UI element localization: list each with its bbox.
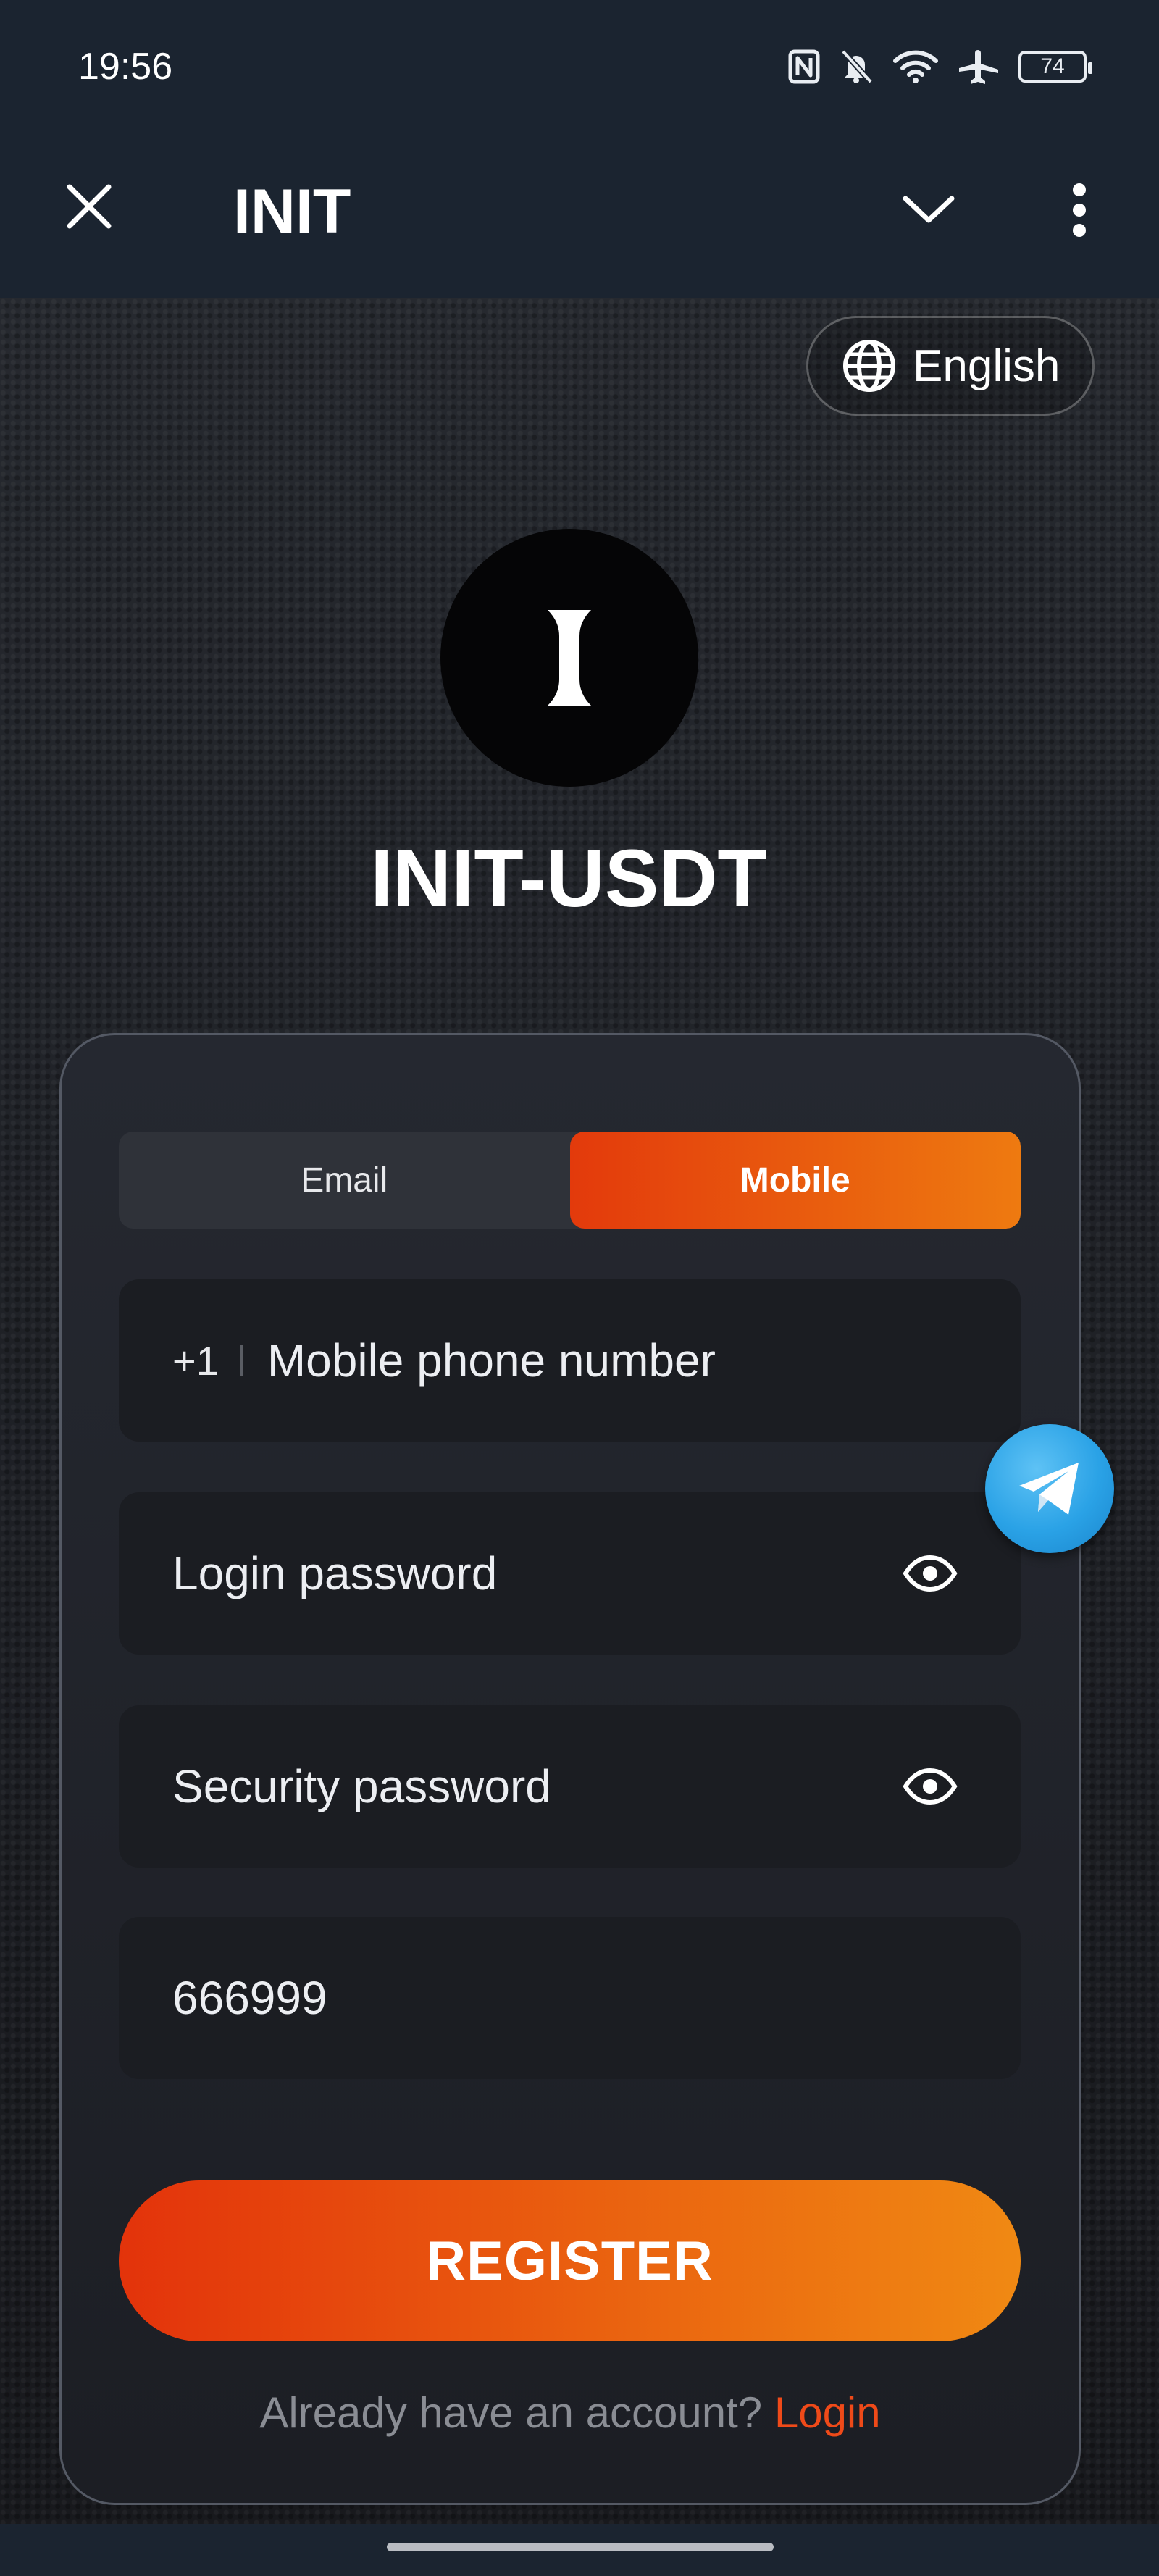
invite-code-input[interactable]: 666999 — [172, 1971, 963, 2025]
security-password-field[interactable]: Security password — [119, 1705, 1021, 1868]
phone-input[interactable]: Mobile phone number — [267, 1334, 963, 1387]
auth-method-tabs: Email Mobile — [119, 1132, 1021, 1229]
globe-icon — [843, 340, 895, 392]
invite-code-field[interactable]: 666999 — [119, 1917, 1021, 2079]
phone-field[interactable]: +1 Mobile phone number — [119, 1279, 1021, 1442]
divider — [240, 1345, 243, 1376]
telegram-button[interactable] — [985, 1424, 1114, 1553]
airplane-icon — [958, 49, 1000, 85]
language-selector[interactable]: English — [806, 316, 1095, 416]
close-button[interactable] — [57, 174, 122, 239]
app-logo — [440, 529, 698, 787]
battery-level: 74 — [1040, 54, 1065, 78]
language-label: English — [913, 340, 1060, 391]
status-time: 19:56 — [78, 46, 173, 88]
eye-icon — [903, 1555, 958, 1592]
telegram-icon — [1019, 1463, 1079, 1515]
login-password-field[interactable]: Login password — [119, 1492, 1021, 1655]
init-logo-icon — [548, 610, 591, 706]
login-prompt-text: Already have an account? — [259, 2388, 763, 2437]
tab-mobile[interactable]: Mobile — [569, 1132, 1021, 1229]
login-password-visibility-toggle[interactable] — [898, 1541, 963, 1606]
chevron-down-icon — [903, 196, 955, 223]
close-icon — [67, 184, 112, 229]
more-vertical-icon — [1073, 183, 1086, 237]
status-bar: 19:56 74 — [0, 0, 1159, 134]
home-indicator[interactable] — [387, 2543, 774, 2551]
login-link[interactable]: Login — [774, 2388, 881, 2437]
wifi-icon — [892, 49, 939, 84]
login-password-input[interactable]: Login password — [172, 1547, 898, 1600]
nfc-icon — [788, 49, 820, 84]
login-prompt: Already have an account? Login — [0, 2388, 1140, 2438]
security-password-input[interactable]: Security password — [172, 1760, 898, 1813]
tab-email[interactable]: Email — [119, 1132, 570, 1229]
country-code[interactable]: +1 — [172, 1337, 219, 1384]
chevron-down-button[interactable] — [892, 174, 965, 246]
app-title: INIT — [233, 177, 351, 246]
status-icons: 74 — [788, 45, 1092, 88]
battery-icon: 74 — [1018, 51, 1092, 83]
brand-title: INIT-USDT — [370, 833, 767, 924]
register-button[interactable]: REGISTER — [119, 2180, 1021, 2341]
security-password-visibility-toggle[interactable] — [898, 1754, 963, 1819]
eye-icon — [903, 1768, 958, 1805]
app-bar — [0, 134, 1159, 298]
more-options-button[interactable] — [1050, 174, 1108, 246]
bell-off-icon — [839, 49, 874, 85]
